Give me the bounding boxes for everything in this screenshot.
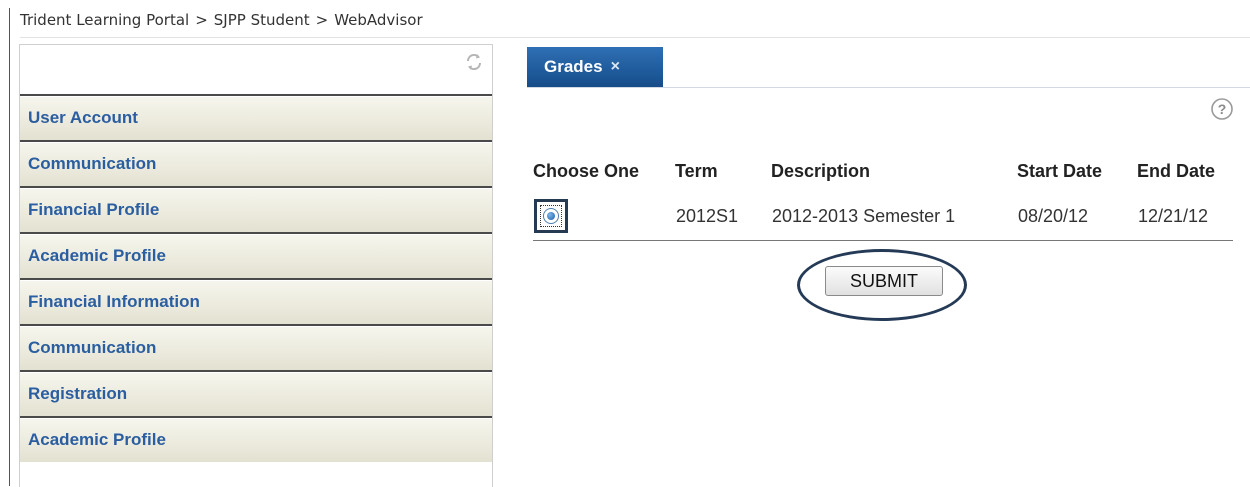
- refresh-icon[interactable]: [464, 52, 484, 72]
- sidebar-item-label: Academic Profile: [28, 246, 166, 265]
- column-header-start-date: Start Date: [1017, 160, 1103, 181]
- choose-cell: [533, 192, 675, 241]
- breadcrumb-separator: >: [195, 11, 208, 29]
- sidebar-item-academic-profile-2[interactable]: Academic Profile: [20, 416, 492, 462]
- table-row: 2012S1 2012-2013 Semester 1 08/20/12 12/…: [533, 192, 1233, 241]
- end-date-cell: 12/21/12: [1137, 192, 1233, 241]
- sidebar-item-label: User Account: [28, 108, 138, 127]
- tab-divider: [527, 87, 1250, 88]
- sidebar-header: [20, 45, 492, 94]
- column-header-end-date: End Date: [1137, 160, 1216, 181]
- sidebar-item-label: Financial Profile: [28, 200, 160, 219]
- sidebar-item-communication-2[interactable]: Communication: [20, 324, 492, 370]
- description-cell: 2012-2013 Semester 1: [771, 192, 1017, 241]
- sidebar-item-label: Communication: [28, 154, 157, 173]
- breadcrumb-webadvisor[interactable]: WebAdvisor: [334, 11, 422, 29]
- sidebar-item-financial-information[interactable]: Financial Information: [20, 278, 492, 324]
- sidebar-item-registration[interactable]: Registration: [20, 370, 492, 416]
- help-icon[interactable]: ?: [1210, 97, 1234, 121]
- help-label: ?: [1218, 101, 1227, 117]
- start-date-cell: 08/20/12: [1017, 192, 1137, 241]
- sidebar-item-label: Communication: [28, 338, 157, 357]
- breadcrumb: Trident Learning Portal > SJPP Student > Web…: [20, 9, 423, 31]
- column-header-choose-one: Choose One: [533, 160, 640, 181]
- sidebar: User Account Communication Financial Pro…: [19, 44, 493, 487]
- breadcrumb-student[interactable]: SJPP Student: [214, 11, 310, 29]
- table-header-row: Choose One Term Description Start Date E…: [533, 150, 1233, 192]
- grades-table: Choose One Term Description Start Date E…: [533, 150, 1233, 241]
- left-border-line: [9, 8, 10, 486]
- term-cell: 2012S1: [675, 192, 771, 241]
- sidebar-item-label: Academic Profile: [28, 430, 166, 449]
- sidebar-item-user-account[interactable]: User Account: [20, 94, 492, 140]
- sidebar-item-label: Financial Information: [28, 292, 200, 311]
- selection-highlight-box: [534, 199, 568, 233]
- breadcrumb-portal[interactable]: Trident Learning Portal: [20, 11, 189, 29]
- sidebar-item-label: Registration: [28, 384, 128, 403]
- sidebar-item-academic-profile[interactable]: Academic Profile: [20, 232, 492, 278]
- header-divider: [20, 37, 1250, 38]
- close-icon[interactable]: ×: [611, 59, 620, 75]
- tab-label: Grades: [544, 57, 603, 76]
- column-header-description: Description: [771, 160, 871, 181]
- term-radio-button[interactable]: [543, 208, 559, 224]
- breadcrumb-separator: >: [315, 11, 329, 29]
- tab-grades[interactable]: Grades ×: [527, 47, 663, 87]
- radio-selected-dot: [547, 212, 555, 220]
- submit-button[interactable]: SUBMIT: [825, 266, 943, 296]
- sidebar-item-communication[interactable]: Communication: [20, 140, 492, 186]
- sidebar-item-financial-profile[interactable]: Financial Profile: [20, 186, 492, 232]
- focus-outline: [540, 205, 562, 227]
- column-header-term: Term: [675, 160, 718, 181]
